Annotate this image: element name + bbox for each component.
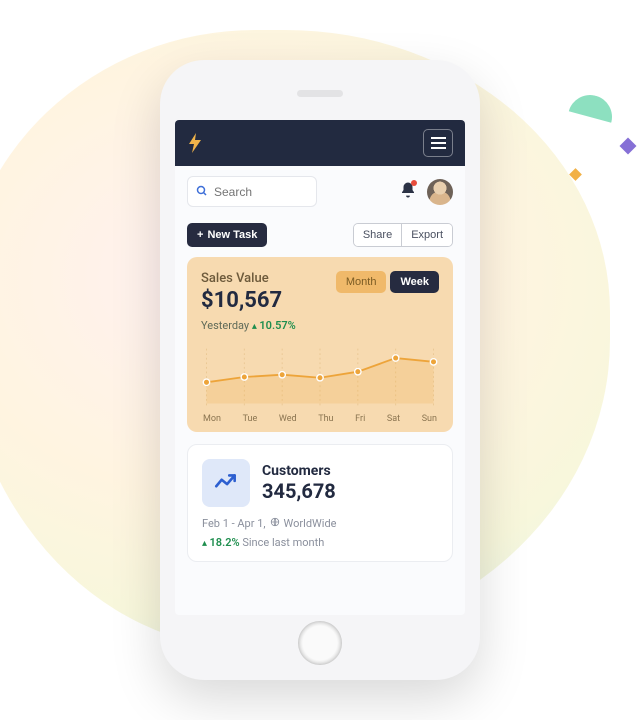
actions-row: + New Task Share Export (175, 217, 465, 257)
sales-card: Sales Value $10,567 Month Week Yesterday… (187, 257, 453, 432)
search-field[interactable] (187, 176, 317, 207)
sales-value: $10,567 (201, 288, 282, 313)
export-button[interactable]: Export (401, 224, 452, 246)
notifications-button[interactable] (399, 181, 417, 203)
sales-chart: Mon Tue Wed Thu Fri Sat Sun (201, 342, 439, 424)
chart-x-label: Wed (279, 414, 297, 424)
customers-chart-icon (202, 459, 250, 507)
period-toggle: Month Week (336, 271, 439, 293)
customers-period: Feb 1 - Apr 1, (202, 517, 266, 530)
new-task-label: New Task (207, 229, 257, 241)
avatar[interactable] (427, 179, 453, 205)
app-screen: + New Task Share Export Sales Value $10,… (175, 120, 465, 615)
phone-speaker (297, 90, 343, 97)
logo-bolt-icon[interactable] (187, 133, 203, 153)
customers-card: Customers 345,678 Feb 1 - Apr 1, WorldWi… (187, 444, 453, 562)
globe-icon (270, 517, 280, 530)
customers-title: Customers (262, 463, 336, 479)
sales-since-label: Yesterday (201, 319, 249, 332)
customers-scope: WorldWide (284, 517, 337, 530)
customers-change-pct: 18.2% (210, 536, 240, 549)
search-input[interactable] (214, 185, 308, 199)
new-task-button[interactable]: + New Task (187, 223, 267, 247)
sales-title: Sales Value (201, 271, 282, 286)
chart-x-label: Sun (422, 414, 437, 424)
phone-home-button (298, 621, 342, 665)
chart-x-label: Tue (243, 414, 258, 424)
share-button[interactable]: Share (354, 224, 401, 246)
customers-value: 345,678 (262, 479, 336, 503)
chart-x-label: Mon (203, 414, 221, 424)
chart-x-label: Thu (318, 414, 333, 424)
chart-x-label: Fri (355, 414, 365, 424)
chart-x-label: Sat (387, 414, 400, 424)
toolbar (175, 166, 465, 217)
search-icon (196, 182, 208, 201)
customers-change-label: Since last month (242, 536, 324, 549)
navbar (175, 120, 465, 166)
plus-icon: + (197, 229, 203, 241)
notification-dot-icon (411, 180, 417, 186)
sales-change: Yesterday ▴ 10.57% (201, 319, 439, 332)
customers-change: ▴ 18.2% Since last month (202, 536, 438, 549)
caret-up-icon: ▴ (202, 538, 210, 549)
phone-frame: + New Task Share Export Sales Value $10,… (160, 60, 480, 680)
toggle-week[interactable]: Week (390, 271, 439, 293)
decoration-diamond (620, 138, 637, 155)
menu-button[interactable] (423, 129, 453, 157)
decoration-semicircle (563, 90, 617, 144)
toggle-month[interactable]: Month (336, 271, 387, 293)
sales-change-pct: 10.57% (259, 319, 295, 332)
share-export-group: Share Export (353, 223, 453, 247)
customers-meta: Feb 1 - Apr 1, WorldWide (202, 517, 438, 530)
